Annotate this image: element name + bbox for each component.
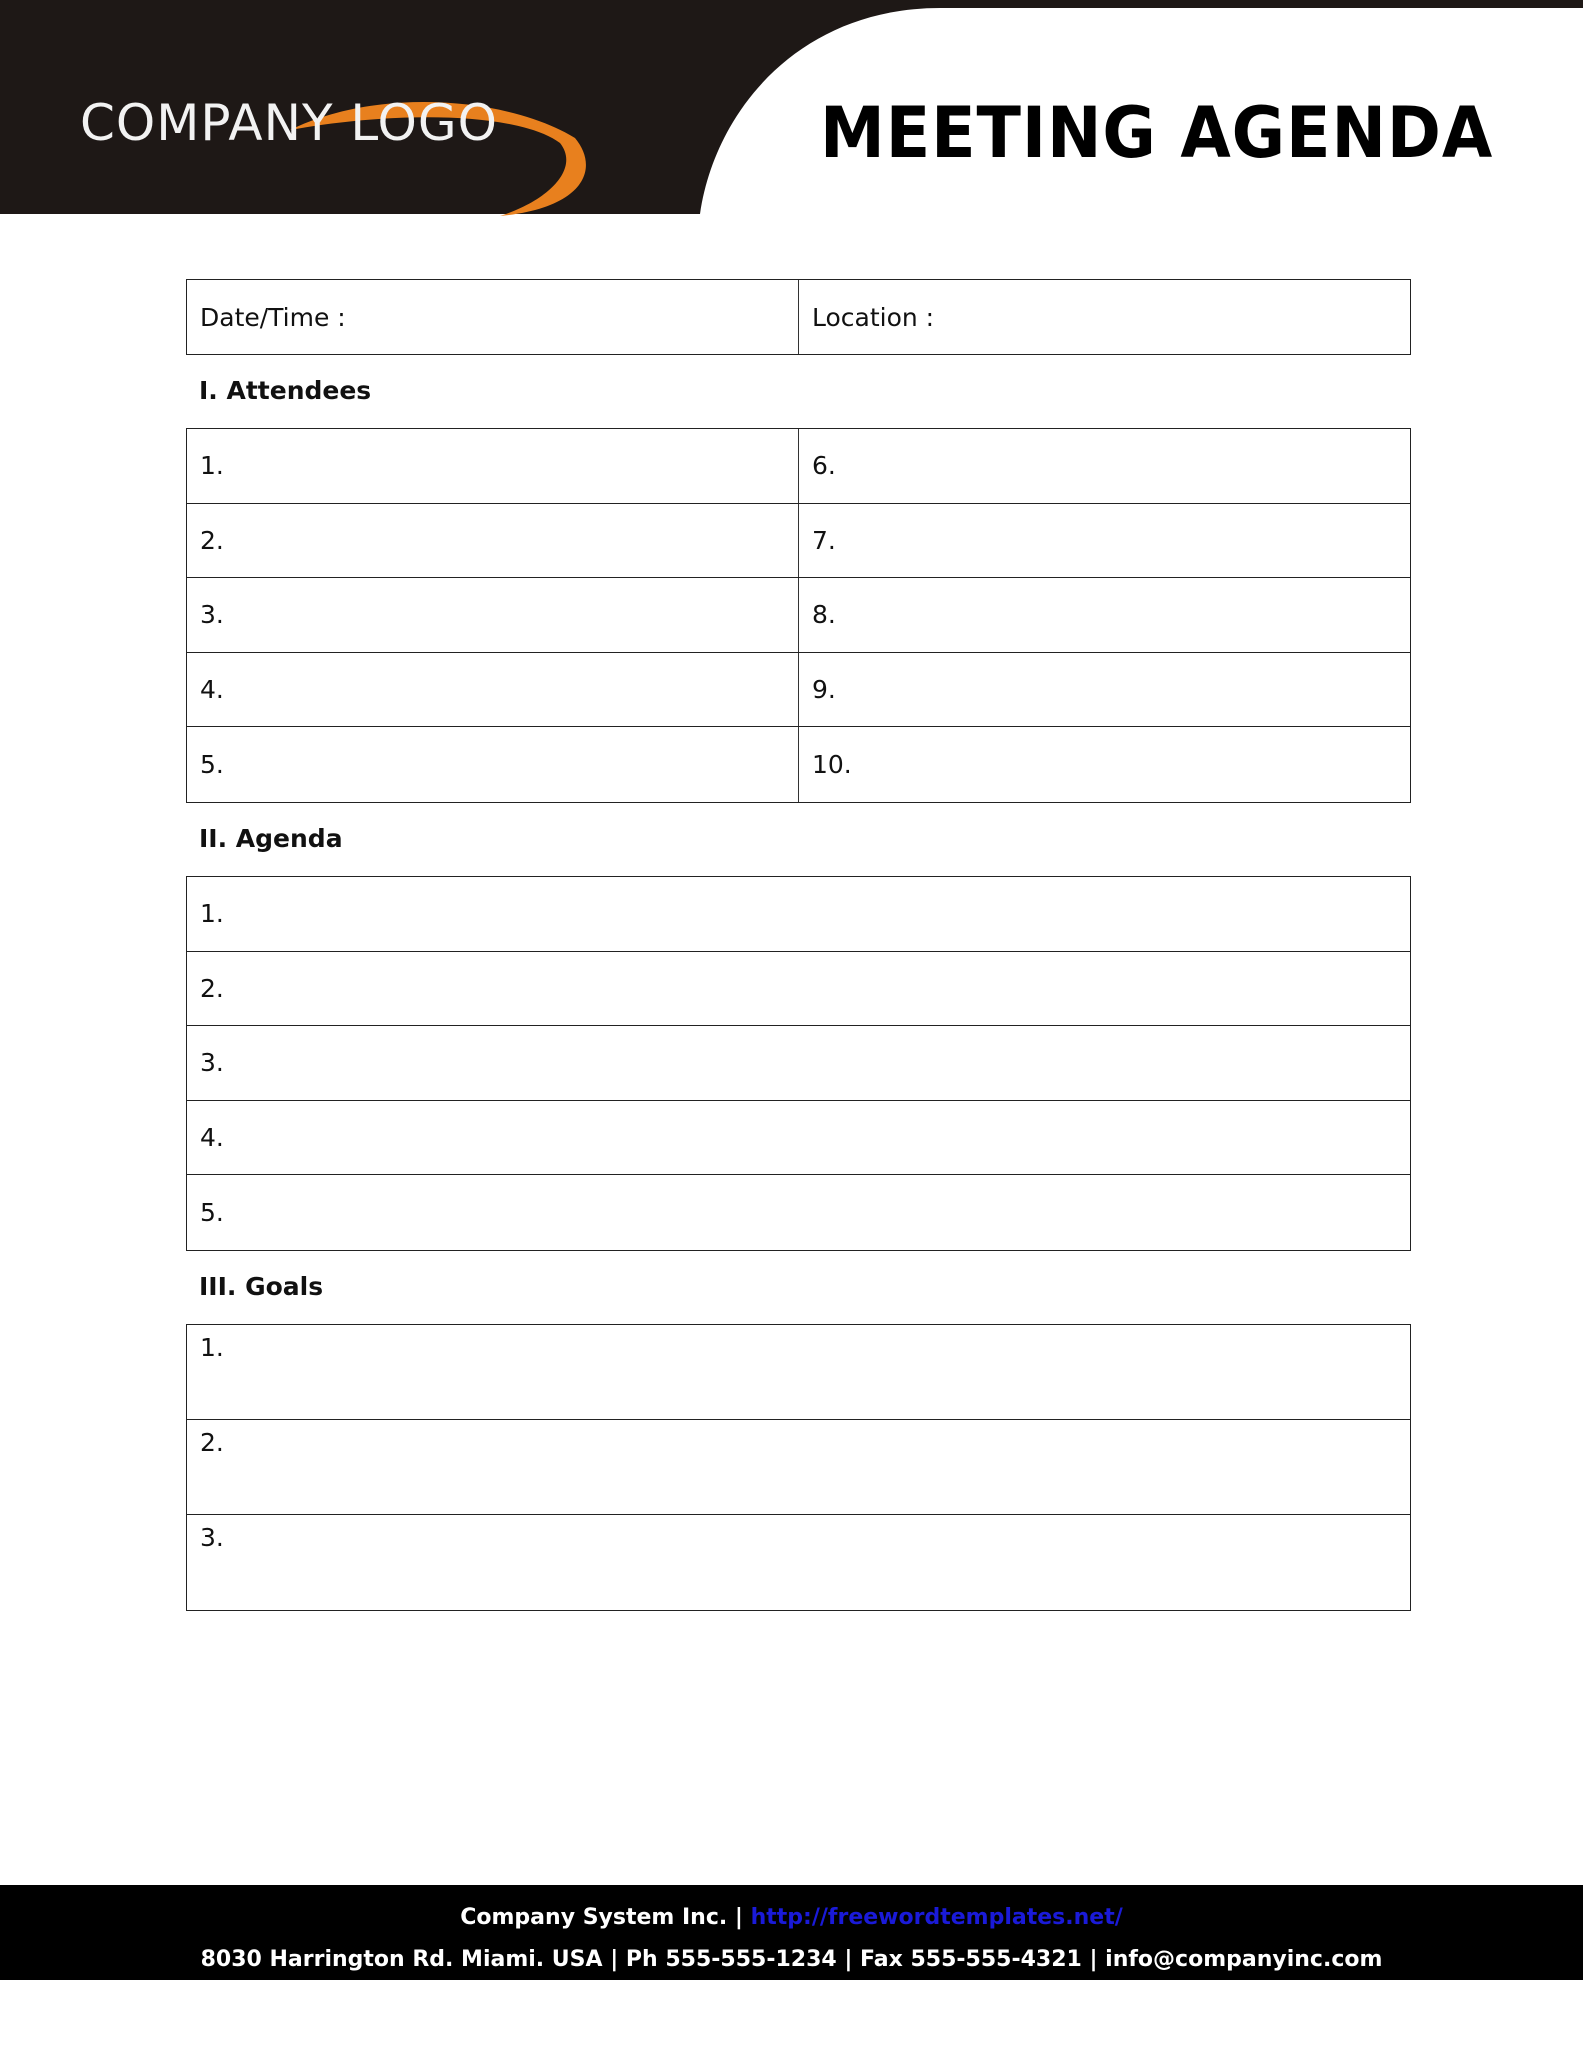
agenda-heading: II. Agenda [199,824,343,853]
footer-address-line: 8030 Harrington Rd. Miami. USA | Ph 555-… [200,1947,1383,1972]
goal-field[interactable]: 2. [187,1420,1410,1514]
company-logo: COMPANY LOGO [80,88,600,216]
agenda-item-field[interactable]: 3. [187,1026,1410,1100]
goals-heading: III. Goals [199,1272,324,1301]
attendees-heading: I. Attendees [199,376,372,405]
table-row: 4. 9. [187,652,1410,728]
footer-company-name: Company System Inc. | [460,1905,743,1930]
table-row: 1. [187,1325,1410,1420]
table-row: 2. [187,1420,1410,1515]
footer-line-company: Company System Inc. | http://freewordtem… [0,1905,1583,1930]
table-row: 3. [187,1026,1410,1101]
info-table: Date/Time : Location : [186,279,1411,355]
table-row: 1. [187,877,1410,952]
info-row: Date/Time : Location : [187,280,1410,354]
goal-field[interactable]: 1. [187,1325,1410,1419]
attendee-field[interactable]: 1. [187,429,798,503]
page-title: MEETING AGENDA [820,92,1494,174]
attendee-field[interactable]: 10. [798,727,1410,802]
agenda-item-field[interactable]: 1. [187,877,1410,951]
location-field[interactable]: Location : [798,280,1410,354]
agenda-item-field[interactable]: 4. [187,1101,1410,1175]
attendee-field[interactable]: 4. [187,653,798,727]
agenda-item-field[interactable]: 2. [187,952,1410,1026]
table-row: 2. 7. [187,503,1410,579]
date-time-field[interactable]: Date/Time : [187,280,798,354]
table-row: 4. [187,1101,1410,1176]
attendee-field[interactable]: 3. [187,578,798,652]
attendees-table: 1. 6. 2. 7. 3. 8. 4. 9. 5. 10. [186,428,1411,803]
logo-text: COMPANY LOGO [80,94,498,152]
attendee-field[interactable]: 9. [798,652,1410,727]
attendee-field[interactable]: 2. [187,504,798,578]
table-row: 1. 6. [187,429,1410,504]
attendee-field[interactable]: 5. [187,727,798,802]
attendee-field[interactable]: 8. [798,578,1410,652]
goal-field[interactable]: 3. [187,1515,1410,1610]
header-band: COMPANY LOGO MEETING AGENDA [0,0,1583,216]
attendee-field[interactable]: 7. [798,503,1410,578]
attendee-field[interactable]: 6. [798,429,1410,503]
goals-table: 1. 2. 3. [186,1324,1411,1611]
agenda-item-field[interactable]: 5. [187,1175,1410,1250]
agenda-table: 1. 2. 3. 4. 5. [186,876,1411,1251]
table-row: 3. [187,1515,1410,1610]
table-row: 5. 10. [187,727,1410,802]
table-row: 3. 8. [187,578,1410,653]
table-row: 5. [187,1175,1410,1250]
footer: Company System Inc. | http://freewordtem… [0,1885,1583,1980]
footer-website-link[interactable]: http://freewordtemplates.net/ [751,1905,1123,1930]
table-row: 2. [187,952,1410,1027]
